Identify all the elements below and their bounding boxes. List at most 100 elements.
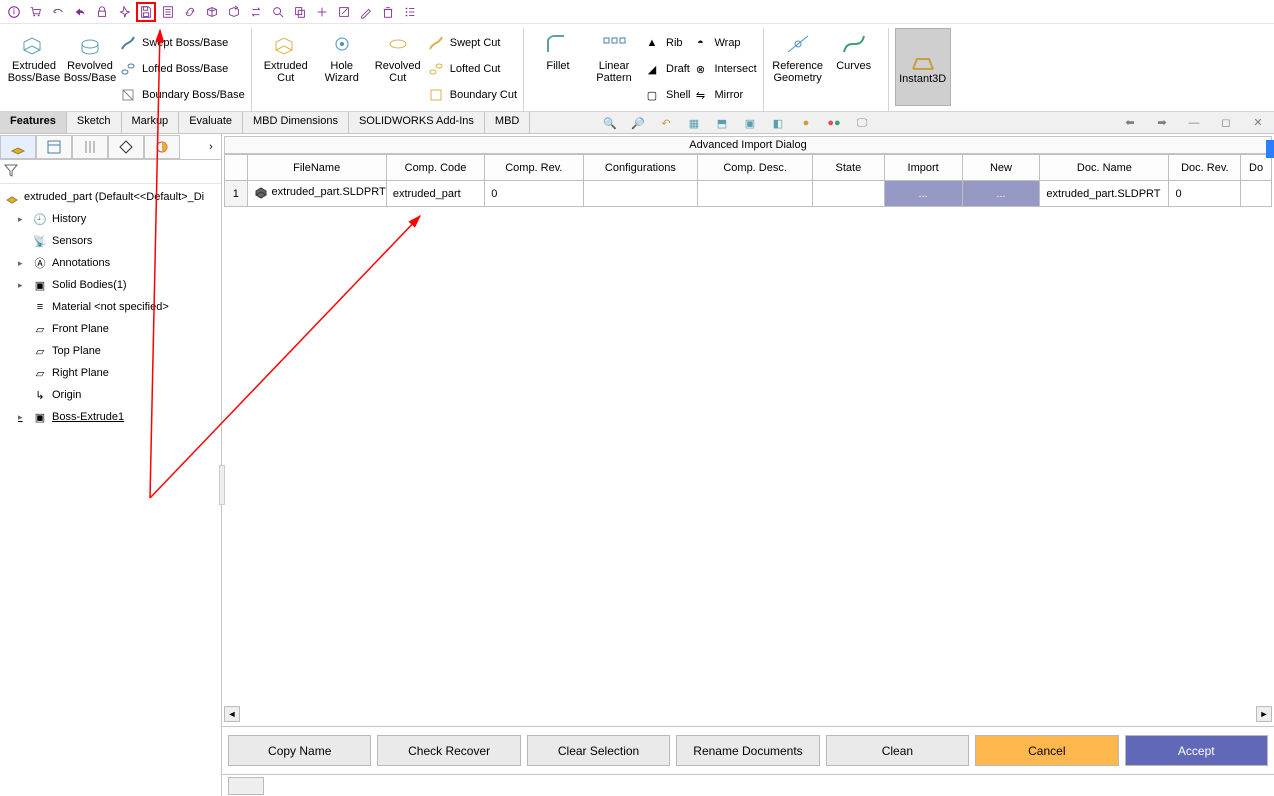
cell-new-btn[interactable]: ... bbox=[962, 181, 1040, 207]
mirror-button[interactable]: ⇋Mirror bbox=[690, 82, 756, 108]
tree-tab-property[interactable] bbox=[36, 135, 72, 159]
draft-button[interactable]: ◢Draft bbox=[642, 56, 690, 82]
search-icon[interactable] bbox=[268, 2, 288, 22]
col-do[interactable]: Do bbox=[1241, 155, 1272, 181]
redo-icon[interactable] bbox=[224, 2, 244, 22]
tree-boss-extrude1[interactable]: ▸▣Boss-Extrude1 bbox=[0, 406, 221, 428]
col-config[interactable]: Configurations bbox=[583, 155, 698, 181]
edit-box-icon[interactable] bbox=[334, 2, 354, 22]
link-icon[interactable] bbox=[180, 2, 200, 22]
check-recover-button[interactable]: Check Recover bbox=[377, 735, 520, 766]
accept-button[interactable]: Accept bbox=[1125, 735, 1268, 766]
fillet-button[interactable]: Fillet bbox=[530, 28, 586, 72]
view-orient-icon[interactable]: ⬒ bbox=[712, 113, 732, 133]
bullets-icon[interactable] bbox=[400, 2, 420, 22]
cell-comprev[interactable]: 0 bbox=[485, 181, 583, 207]
grid-row-1[interactable]: 1 extruded_part.SLDPRT extruded_part 0 .… bbox=[225, 181, 1272, 207]
col-comprev[interactable]: Comp. Rev. bbox=[485, 155, 583, 181]
task-pane-tab[interactable] bbox=[1266, 140, 1274, 158]
zoom-area-icon[interactable]: 🔎 bbox=[628, 113, 648, 133]
plus-icon[interactable] bbox=[312, 2, 332, 22]
hole-wizard-button[interactable]: HoleWizard bbox=[314, 28, 370, 84]
col-desc[interactable]: Comp. Desc. bbox=[698, 155, 813, 181]
tree-solid-bodies[interactable]: ▸▣Solid Bodies(1) bbox=[0, 274, 221, 296]
cell-config[interactable] bbox=[583, 181, 698, 207]
display-style-icon[interactable]: ▣ bbox=[740, 113, 760, 133]
lofted-cut-button[interactable]: Lofted Cut bbox=[426, 56, 517, 82]
zoom-fit-icon[interactable]: 🔍 bbox=[600, 113, 620, 133]
linear-pattern-button[interactable]: LinearPattern bbox=[586, 28, 642, 84]
cell-docname[interactable]: extruded_part.SLDPRT bbox=[1040, 181, 1169, 207]
cell-import-btn[interactable]: ... bbox=[884, 181, 962, 207]
col-state[interactable]: State bbox=[813, 155, 885, 181]
tab-mbd-dimensions[interactable]: MBD Dimensions bbox=[243, 112, 349, 133]
tree-material[interactable]: ≡Material <not specified> bbox=[0, 296, 221, 318]
wrap-button[interactable]: ◓Wrap bbox=[690, 30, 756, 56]
clear-selection-button[interactable]: Clear Selection bbox=[527, 735, 670, 766]
reference-geometry-button[interactable]: ReferenceGeometry bbox=[770, 28, 826, 84]
extruded-cut-button[interactable]: ExtrudedCut bbox=[258, 28, 314, 84]
tree-history[interactable]: ▸🕘History bbox=[0, 208, 221, 230]
cell-state[interactable] bbox=[813, 181, 885, 207]
next-window-icon[interactable]: ➡ bbox=[1152, 113, 1172, 133]
scroll-left[interactable]: ◄ bbox=[224, 706, 240, 722]
col-docrev[interactable]: Doc. Rev. bbox=[1169, 155, 1241, 181]
tab-evaluate[interactable]: Evaluate bbox=[179, 112, 243, 133]
info-icon[interactable]: i bbox=[4, 2, 24, 22]
tab-markup[interactable]: Markup bbox=[122, 112, 180, 133]
tree-tabs-more[interactable]: › bbox=[201, 141, 221, 153]
tree-origin[interactable]: ↳Origin bbox=[0, 384, 221, 406]
lock-icon[interactable] bbox=[92, 2, 112, 22]
extruded-boss-button[interactable]: ExtrudedBoss/Base bbox=[6, 28, 62, 84]
cell-filename[interactable]: extruded_part.SLDPRT bbox=[247, 181, 386, 207]
tree-front-plane[interactable]: ▱Front Plane bbox=[0, 318, 221, 340]
tab-features[interactable]: Features bbox=[0, 112, 67, 133]
col-import[interactable]: Import bbox=[884, 155, 962, 181]
cancel-button[interactable]: Cancel bbox=[975, 735, 1118, 766]
swap-icon[interactable] bbox=[246, 2, 266, 22]
save-icon[interactable] bbox=[136, 2, 156, 22]
tree-tab-appearance[interactable] bbox=[144, 135, 180, 159]
appearance-icon[interactable]: ● bbox=[796, 113, 816, 133]
boundary-boss-button[interactable]: Boundary Boss/Base bbox=[118, 82, 245, 108]
boundary-cut-button[interactable]: Boundary Cut bbox=[426, 82, 517, 108]
revolved-cut-button[interactable]: RevolvedCut bbox=[370, 28, 426, 84]
col-filename[interactable]: FileName bbox=[247, 155, 386, 181]
curves-button[interactable]: Curves bbox=[826, 28, 882, 72]
tree-top-plane[interactable]: ▱Top Plane bbox=[0, 340, 221, 362]
minimize-icon[interactable]: — bbox=[1184, 113, 1204, 133]
rename-documents-button[interactable]: Rename Documents bbox=[676, 735, 819, 766]
undo-arrow-icon[interactable] bbox=[48, 2, 68, 22]
copy-icon[interactable] bbox=[290, 2, 310, 22]
tab-mbd[interactable]: MBD bbox=[485, 112, 530, 133]
tree-right-plane[interactable]: ▱Right Plane bbox=[0, 362, 221, 384]
tab-sketch[interactable]: Sketch bbox=[67, 112, 122, 133]
view-settings-icon[interactable]: 🖵 bbox=[852, 113, 872, 133]
close-icon[interactable]: ✕ bbox=[1248, 113, 1268, 133]
tab-addins[interactable]: SOLIDWORKS Add-Ins bbox=[349, 112, 485, 133]
col-new[interactable]: New bbox=[962, 155, 1040, 181]
hide-show-icon[interactable]: ◧ bbox=[768, 113, 788, 133]
col-docname[interactable]: Doc. Name bbox=[1040, 155, 1169, 181]
scroll-right[interactable]: ► bbox=[1256, 706, 1272, 722]
rib-button[interactable]: ▲Rib bbox=[642, 30, 690, 56]
cart-icon[interactable] bbox=[26, 2, 46, 22]
list-icon[interactable] bbox=[158, 2, 178, 22]
tree-tab-config[interactable] bbox=[72, 135, 108, 159]
cell-compcode[interactable]: extruded_part bbox=[386, 181, 484, 207]
trash-icon[interactable] bbox=[378, 2, 398, 22]
revolved-boss-button[interactable]: RevolvedBoss/Base bbox=[62, 28, 118, 84]
swept-cut-button[interactable]: Swept Cut bbox=[426, 30, 517, 56]
shell-button[interactable]: ▢Shell bbox=[642, 82, 690, 108]
prev-window-icon[interactable]: ⬅ bbox=[1120, 113, 1140, 133]
intersect-button[interactable]: ⊗Intersect bbox=[690, 56, 756, 82]
tree-sensors[interactable]: 📡Sensors bbox=[0, 230, 221, 252]
instant3d-button[interactable]: Instant3D bbox=[895, 28, 951, 106]
box-icon[interactable] bbox=[202, 2, 222, 22]
swept-boss-button[interactable]: Swept Boss/Base bbox=[118, 30, 245, 56]
cell-desc[interactable] bbox=[698, 181, 813, 207]
section-view-icon[interactable]: ▦ bbox=[684, 113, 704, 133]
filter-icon[interactable] bbox=[4, 163, 18, 180]
edit-icon[interactable] bbox=[356, 2, 376, 22]
tree-tab-feature[interactable] bbox=[0, 135, 36, 159]
